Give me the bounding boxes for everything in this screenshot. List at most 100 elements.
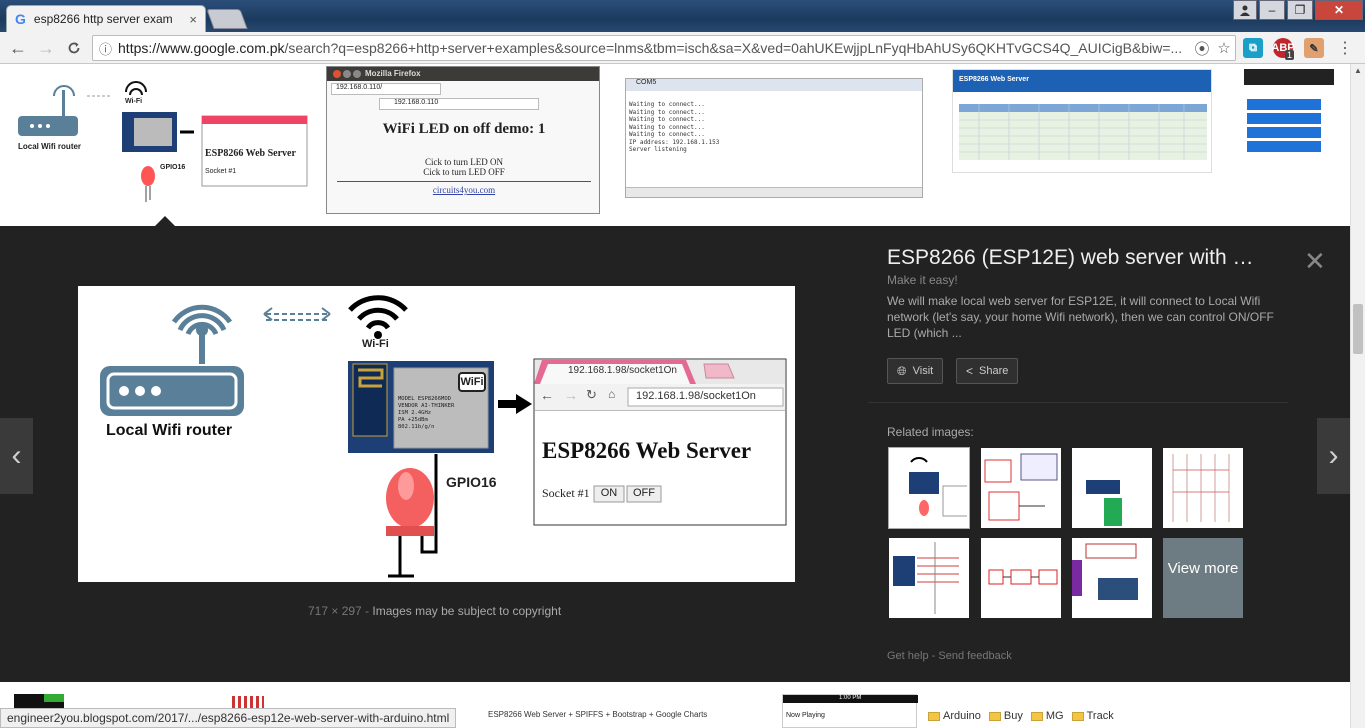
related-image-7[interactable]: [1072, 538, 1152, 618]
share-button[interactable]: < Share: [956, 358, 1019, 384]
send-feedback-link[interactable]: Send feedback: [938, 650, 1011, 662]
bookmark-arduino[interactable]: Arduino: [928, 710, 981, 722]
globe-icon: 🌐︎: [897, 363, 907, 378]
status-bar-url: engineer2you.blogspot.com/2017/.../esp82…: [0, 708, 457, 728]
target-icon[interactable]: ⦿: [1191, 38, 1213, 59]
gpio-label: GPIO16: [446, 474, 497, 490]
ff-window-title: Mozilla Firefox: [365, 69, 421, 78]
inner-browser-url: 192.168.1.98/socket1On: [636, 390, 756, 402]
get-help-link[interactable]: Get help: [887, 650, 929, 662]
ff-line2: Cick to turn LED OFF: [423, 167, 505, 177]
menu-kebab-icon[interactable]: ⋮: [1333, 36, 1357, 60]
page-scrollbar[interactable]: ▲: [1350, 64, 1365, 728]
copyright-note: Images may be subject to copyright: [372, 604, 562, 618]
inner-browser-tab: 192.168.1.98/socket1On: [568, 365, 677, 376]
image-preview-panel: ‹ › Local Wifi router Wi-Fi GPIO16 WiFi …: [0, 226, 1350, 682]
extension-cast-icon[interactable]: ⧉: [1243, 38, 1263, 58]
related-image-5[interactable]: [889, 538, 969, 618]
related-image-2[interactable]: [981, 448, 1061, 528]
table-thumb-title: ESP8266 Web Server: [959, 76, 1029, 83]
previous-image-button[interactable]: ‹: [0, 418, 33, 494]
result-thumb-web-server-table[interactable]: ESP8266 Web Server: [952, 69, 1212, 173]
phone-now-playing: Now Playing: [786, 712, 825, 719]
selection-pointer: [155, 216, 175, 226]
view-more-button[interactable]: View more: [1163, 538, 1243, 618]
result-subtitle: Make it easy!: [887, 273, 958, 287]
folder-icon: [1030, 711, 1043, 721]
result-title[interactable]: ESP8266 (ESP12E) web server with …: [887, 246, 1287, 270]
ff-url: 192.168.0.110: [379, 98, 539, 110]
scroll-up-icon[interactable]: ▲: [1354, 66, 1362, 75]
bookmark-mg[interactable]: MG: [1030, 710, 1064, 722]
folder-icon: [988, 711, 1001, 721]
related-image-4[interactable]: [1163, 448, 1243, 528]
result-thumb-mobile-ui[interactable]: [1244, 69, 1334, 169]
tab-close-icon[interactable]: ×: [189, 12, 197, 27]
url-path: /search?q=esp8266+http+server+examples&s…: [284, 40, 1183, 56]
phone-time: 1:00 PM: [839, 695, 862, 701]
browser-tab-active[interactable]: G esp8266 http server exam ×: [6, 5, 206, 32]
bottom-snippet[interactable]: ESP8266 Web Server + SPIFFS + Bootstrap …: [488, 710, 707, 719]
bookmark-track[interactable]: Track: [1071, 710, 1114, 722]
visit-button[interactable]: 🌐︎ Visit: [887, 358, 944, 384]
bookmark-buy[interactable]: Buy: [988, 710, 1023, 722]
next-image-button[interactable]: ›: [1317, 418, 1350, 494]
result-thumb-serial-monitor[interactable]: COM5 Waiting to connect... Waiting to co…: [625, 78, 923, 198]
result-description: We will make local web server for ESP12E…: [887, 294, 1274, 340]
scrollbar-thumb[interactable]: [1353, 304, 1363, 354]
thumb1-gpio-label: GPIO16: [160, 164, 186, 171]
thumb1-router-label: Local Wifi router: [18, 142, 82, 151]
inner-reload-icon: ↻: [586, 387, 597, 402]
ff-max-dot-icon: [353, 70, 361, 78]
ff-heading: WiFi LED on off demo: 1: [382, 121, 546, 137]
forward-arrow-icon[interactable]: →: [34, 36, 58, 60]
table-thumb-grid: [959, 104, 1207, 160]
inner-page-heading: ESP8266 Web Server: [542, 438, 752, 463]
inner-home-icon: ⌂: [608, 387, 616, 401]
address-bar[interactable]: ⓘ https://www.google.com.pk/search?q=esp…: [92, 35, 1236, 61]
result-thumb-diagram[interactable]: Local Wifi router Wi-Fi GPIO16 ESP8266 W…: [12, 72, 312, 212]
minimize-button[interactable]: –: [1259, 0, 1285, 20]
chip-label: MODEL ESP8266MOD VENDOR AI-THINKER ISM 2…: [398, 396, 455, 430]
thumb1-socket: Socket #1: [205, 168, 237, 175]
inner-off-button: OFF: [633, 487, 655, 499]
related-image-6[interactable]: [981, 538, 1061, 618]
image-dimensions: 717 × 297: [308, 604, 362, 618]
related-image-3[interactable]: [1072, 448, 1152, 528]
close-preview-icon[interactable]: ✕: [1304, 246, 1326, 277]
info-icon[interactable]: ⓘ: [99, 39, 112, 58]
serial-output: Waiting to connect... Waiting to connect…: [629, 101, 720, 153]
preview-image[interactable]: Local Wifi router Wi-Fi GPIO16 WiFi MODE…: [78, 286, 795, 582]
new-tab-button[interactable]: [206, 9, 248, 29]
back-arrow-icon[interactable]: ←: [6, 36, 30, 60]
extension-puzzle-icon[interactable]: ✎: [1304, 38, 1324, 58]
bookmark-star-icon[interactable]: ☆: [1213, 39, 1235, 57]
bottom-thumb-2[interactable]: [232, 696, 264, 708]
related-image-1[interactable]: [888, 447, 970, 529]
thumb1-server-title: ESP8266 Web Server: [205, 148, 296, 159]
window-close-button[interactable]: ✕: [1315, 0, 1363, 20]
router-label: Local Wifi router: [106, 422, 233, 439]
inner-back-icon: ←: [540, 387, 554, 403]
adblock-badge: 1: [1285, 50, 1295, 60]
ff-min-dot-icon: [343, 70, 351, 78]
user-icon[interactable]: [1233, 0, 1257, 20]
image-results-row: Local Wifi router Wi-Fi GPIO16 ESP8266 W…: [0, 64, 1350, 226]
inner-on-button: ON: [600, 487, 618, 499]
thumb1-wifi-label: Wi-Fi: [125, 98, 143, 105]
share-icon: <: [966, 364, 974, 378]
bottom-thumb-phone[interactable]: 1:00 PM Now Playing: [782, 694, 918, 728]
maximize-button[interactable]: ❐: [1287, 0, 1313, 20]
ff-footer-link: circuits4you.com: [432, 185, 496, 195]
url-host: https://www.google.com.pk: [118, 40, 285, 56]
serial-title: COM5: [626, 79, 922, 91]
result-thumb-firefox[interactable]: Mozilla Firefox 192.168.0.110/ 192.168.0…: [326, 66, 600, 214]
tab-title: esp8266 http server exam: [33, 12, 173, 26]
reload-icon[interactable]: [62, 36, 86, 60]
inner-socket-label: Socket #1: [542, 486, 590, 500]
google-favicon-icon: G: [15, 11, 26, 27]
inner-forward-icon: →: [564, 387, 578, 403]
bookmarks-bar: Arduino Buy MG Track: [928, 710, 1114, 722]
folder-icon: [928, 711, 940, 721]
wifi-label: Wi-Fi: [362, 338, 389, 350]
